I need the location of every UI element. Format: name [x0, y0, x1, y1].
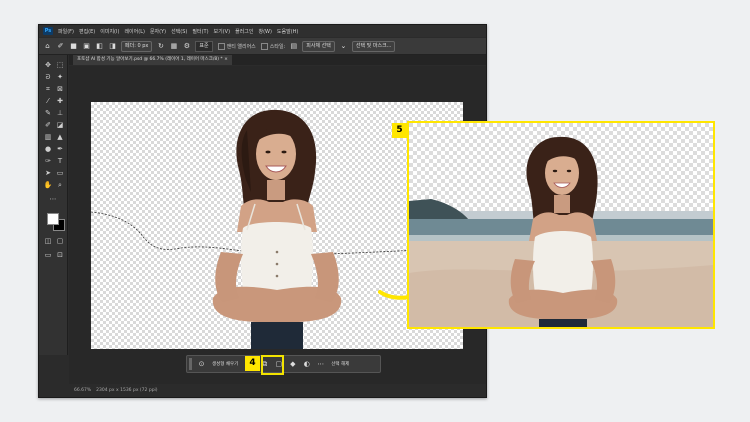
dodge-icon[interactable]: ● — [43, 145, 53, 154]
document-tab-title: 포토샵 AI 합성 기능 알아보기.psd @ 66.7% (레이어 1, 레이… — [77, 57, 223, 62]
frame-icon[interactable]: ⊠ — [55, 85, 65, 94]
result-preview — [407, 121, 715, 329]
contrast-icon[interactable]: ◐ — [302, 360, 311, 369]
photoshop-logo: Ps — [43, 27, 53, 35]
feather-field[interactable]: 페더: 0 px — [121, 40, 153, 52]
beach-composite-image — [409, 123, 713, 327]
subtract-selection-icon[interactable]: ◧ — [95, 42, 104, 51]
generative-fill-label[interactable]: 생성형 채우기 — [212, 361, 238, 367]
zoom-icon[interactable]: ⌕ — [55, 181, 65, 190]
screen-mode-icon[interactable]: ▢ — [55, 237, 65, 246]
crop-icon[interactable]: ⌗ — [43, 85, 53, 94]
menu-type[interactable]: 문자(Y) — [150, 28, 166, 35]
select-subject-button[interactable]: 피사체 선택 — [302, 40, 335, 52]
menu-select[interactable]: 선택(S) — [171, 28, 187, 35]
select-and-mask-button[interactable]: 선택 및 마스크... — [351, 40, 396, 52]
more-icon[interactable]: ⋯ — [316, 360, 325, 369]
paint-icon[interactable]: ◆ — [288, 360, 297, 369]
eyedropper-icon[interactable]: ⁄ — [43, 97, 53, 106]
blur-icon[interactable]: ▲ — [55, 133, 65, 142]
rotate-icon[interactable]: ↻ — [156, 42, 165, 51]
gear-icon[interactable]: ⚙ — [182, 42, 191, 51]
lasso-icon[interactable]: ᘐ — [43, 73, 53, 82]
quick-mask-icon[interactable]: ◫ — [43, 237, 53, 246]
zoom-level[interactable]: 66.67% — [74, 388, 91, 393]
brush-icon[interactable]: ✎ — [43, 109, 53, 118]
document-tab-bar: 포토샵 AI 합성 기능 알아보기.psd @ 66.7% (레이어 1, 레이… — [69, 55, 486, 65]
menu-plugins[interactable]: 플러그인 — [235, 28, 253, 35]
style-label: 스타일: — [269, 43, 286, 50]
clone-stamp-icon[interactable]: ⊥ — [55, 109, 65, 118]
menu-view[interactable]: 보기(V) — [214, 28, 231, 35]
step5-badge: 5 — [392, 123, 407, 138]
path-select-icon[interactable]: ➤ — [43, 169, 53, 178]
toolbar-panel: ✥ ⬚ ᘐ ✦ ⌗ ⊠ ⁄ ✚ ✎ ⊥ ✐ ◪ ▥ ▲ ● ✒ ✑ T ➤ ▭ … — [39, 55, 68, 355]
status-bar: 66.67% 2304 px x 1536 px (72 ppi) — [69, 384, 486, 397]
add-selection-icon[interactable]: ▣ — [82, 42, 91, 51]
menu-window[interactable]: 창(W) — [258, 28, 271, 35]
move-icon[interactable]: ✥ — [43, 61, 53, 70]
panel-icon[interactable]: ▤ — [289, 42, 298, 51]
antialias-label: 앤티 앨리어스 — [226, 43, 256, 50]
menu-bar: Ps 파일(F) 편집(E) 이미지(I) 레이어(L) 문자(Y) 선택(S)… — [39, 25, 486, 37]
drag-handle[interactable] — [189, 358, 192, 370]
menu-file[interactable]: 파일(F) — [58, 28, 74, 35]
frame-mode-icon[interactable]: ⊡ — [55, 251, 65, 260]
magic-wand-icon[interactable]: ✦ — [55, 73, 65, 82]
home-icon[interactable]: ⌂ — [43, 42, 52, 51]
lasso-tool-icon[interactable]: ✐ — [56, 42, 65, 51]
healing-icon[interactable]: ✚ — [55, 97, 65, 106]
options-bar: ⌂ ✐ ■ ▣ ◧ ◨ 페더: 0 px ↻ ▦ ⚙ 표준 앤티 앨리어스 스타… — [39, 38, 486, 55]
options-icon[interactable]: ⊙ — [197, 360, 206, 369]
rectangle-icon[interactable]: ▭ — [55, 169, 65, 178]
menu-help[interactable]: 도움말(H) — [277, 28, 298, 35]
pen-icon[interactable]: ✒ — [55, 145, 65, 154]
marquee-icon[interactable]: ⬚ — [55, 61, 65, 70]
step4-highlight-box — [261, 355, 284, 375]
new-selection-icon[interactable]: ■ — [69, 42, 78, 51]
deselect-button[interactable]: 선택 해제 — [331, 361, 349, 367]
menu-layer[interactable]: 레이어(L) — [124, 28, 145, 35]
antialias-checkbox[interactable]: 앤티 앨리어스 — [217, 42, 256, 50]
menu-filter[interactable]: 필터(T) — [192, 28, 208, 35]
hand-icon[interactable]: ✋ — [43, 181, 53, 190]
step4-badge: 4 — [245, 356, 260, 371]
gradient-icon[interactable]: ▥ — [43, 133, 53, 142]
pen-alt-icon[interactable]: ✑ — [43, 157, 53, 166]
eraser-icon[interactable]: ◪ — [55, 121, 65, 130]
style-select[interactable]: 표준 — [195, 40, 213, 52]
document-size: 2304 px x 1536 px (72 ppi) — [96, 388, 158, 393]
chevron-down-icon[interactable]: ⌄ — [339, 42, 348, 51]
document-tab[interactable]: 포토샵 AI 합성 기능 알아보기.psd @ 66.7% (레이어 1, 레이… — [73, 55, 232, 65]
type-icon[interactable]: T — [55, 157, 65, 166]
close-icon[interactable]: × — [224, 57, 228, 62]
menu-edit[interactable]: 편집(E) — [79, 28, 95, 35]
menu-image[interactable]: 이미지(I) — [100, 28, 119, 35]
foreground-color-swatch[interactable] — [47, 213, 59, 225]
more-tools-icon[interactable]: ⋯ — [48, 195, 58, 204]
edit-toolbar-icon[interactable]: ▭ — [43, 251, 53, 260]
style-label-wrap: 스타일: — [260, 42, 286, 50]
intersect-selection-icon[interactable]: ◨ — [108, 42, 117, 51]
history-brush-icon[interactable]: ✐ — [43, 121, 53, 130]
grid-icon[interactable]: ▦ — [169, 42, 178, 51]
